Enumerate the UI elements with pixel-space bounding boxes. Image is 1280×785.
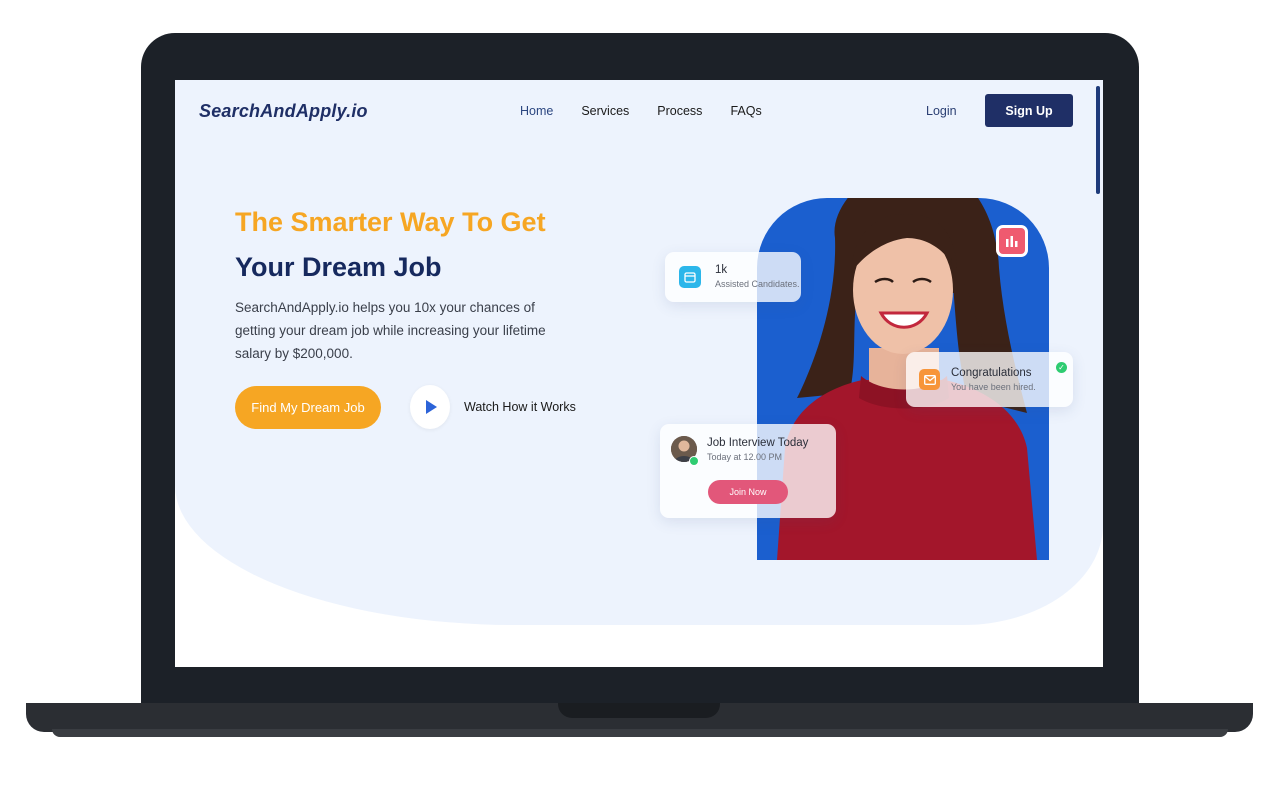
online-status-icon: [689, 456, 699, 466]
calendar-icon: [679, 266, 701, 288]
nav-home[interactable]: Home: [520, 104, 553, 118]
assisted-candidates-card: 1k Assisted Candidates.: [665, 252, 801, 302]
mail-icon: [919, 369, 940, 390]
watch-how-it-works-link[interactable]: Watch How it Works: [464, 400, 576, 414]
check-icon: ✓: [1056, 362, 1067, 373]
play-icon: [426, 400, 437, 414]
signup-button[interactable]: Sign Up: [985, 94, 1073, 127]
congrats-title: Congratulations: [951, 367, 1032, 379]
main-nav: Home Services Process FAQs: [520, 104, 762, 118]
hero-headline-line2: Your Dream Job: [235, 252, 442, 282]
laptop-notch: [558, 703, 720, 718]
assisted-count: 1k: [715, 264, 728, 276]
join-now-button[interactable]: Join Now: [708, 480, 788, 504]
scrollbar[interactable]: [1096, 86, 1100, 194]
interview-card: Job Interview Today Today at 12.00 PM Jo…: [660, 424, 836, 518]
hero-description: SearchAndApply.io helps you 10x your cha…: [235, 300, 546, 361]
laptop-screen: SearchAndApply.io Home Services Process …: [175, 80, 1103, 667]
chart-icon: [996, 225, 1028, 257]
login-link[interactable]: Login: [926, 104, 957, 118]
play-button[interactable]: [410, 385, 450, 429]
congratulations-card: Congratulations You have been hired. ✓: [906, 352, 1073, 407]
nav-process[interactable]: Process: [657, 104, 702, 118]
find-dream-job-button[interactable]: Find My Dream Job: [235, 386, 381, 429]
assisted-label: Assisted Candidates.: [715, 279, 800, 289]
nav-faqs[interactable]: FAQs: [730, 104, 761, 118]
nav-services[interactable]: Services: [581, 104, 629, 118]
interview-title: Job Interview Today: [707, 437, 809, 449]
hero-headline-line1: The Smarter Way To Get: [235, 207, 546, 237]
congrats-subtitle: You have been hired.: [951, 382, 1036, 392]
laptop-base-shadow: [52, 729, 1228, 737]
site-logo[interactable]: SearchAndApply.io: [199, 101, 368, 122]
interview-time: Today at 12.00 PM: [707, 452, 783, 462]
